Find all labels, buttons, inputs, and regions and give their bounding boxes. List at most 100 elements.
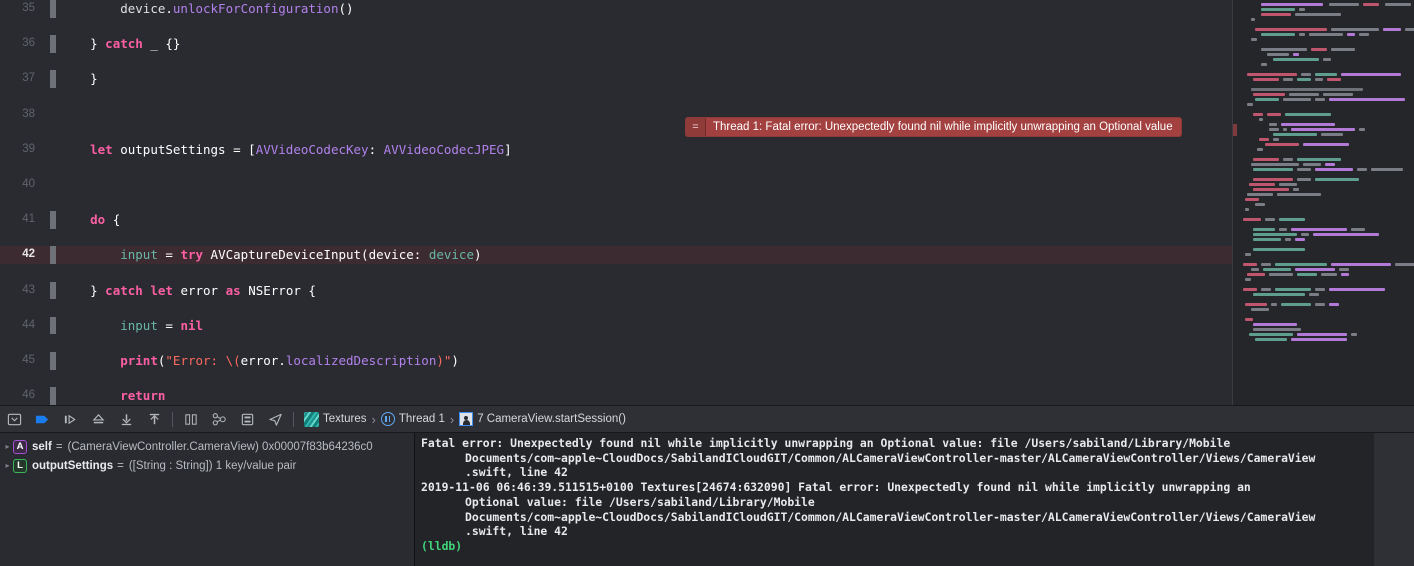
minimap-segment [1363,3,1379,6]
minimap-segment [1331,48,1355,51]
minimap-segment [1293,53,1299,56]
code-fold-ribbon[interactable] [50,281,56,300]
code-line[interactable]: 40 [0,176,1232,194]
variable-row[interactable]: ▸ Aself = (CameraViewController.CameraView)… [0,437,414,456]
minimap-segment [1405,28,1414,31]
source-code-area[interactable]: 35 device.unlockForConfiguration() 36 } c… [0,0,1232,405]
code-fold-ribbon[interactable] [50,106,56,124]
minimap-segment [1253,188,1289,191]
code-line[interactable]: 44 input = nil [0,316,1232,335]
hide-debug-area-icon[interactable] [0,405,28,433]
inspector-pane-placeholder [1374,433,1414,566]
minimap-segment [1323,93,1353,96]
code-fold-ribbon[interactable] [50,70,56,88]
minimap-segment [1259,118,1263,121]
minimap-segment [1273,58,1319,61]
code-fold-ribbon[interactable] [50,351,56,370]
minimap-segment [1245,253,1251,256]
line-number: 40 [22,177,35,190]
minimap-segment [1253,93,1285,96]
code-line[interactable]: 37 } [0,70,1232,88]
debug-view-hierarchy-icon[interactable] [177,405,205,433]
debug-toolbar: Textures › Thread 1 › 7 CameraView.start… [0,405,1414,433]
minimap-segment [1275,288,1311,291]
source-minimap[interactable] [1232,0,1414,405]
variables-view[interactable]: ▸ Aself = (CameraViewController.CameraView)… [0,433,414,566]
code-line[interactable]: 39 let outputSettings = [AVVideoCodecKey… [0,141,1232,159]
minimap-segment [1251,308,1269,311]
code-fold-ribbon[interactable] [50,387,56,405]
line-number: 37 [22,72,35,85]
line-number: 45 [22,353,35,366]
breadcrumb-item-process[interactable]: Textures [304,405,366,433]
code-line[interactable]: 46 return [0,387,1232,405]
code-fold-ribbon[interactable] [50,211,56,229]
code-text: do { [90,212,121,228]
breadcrumb-item-thread[interactable]: Thread 1 [380,405,445,433]
simulate-location-icon[interactable] [261,405,289,433]
minimap-segment [1309,33,1343,36]
continue-icon[interactable] [28,405,56,433]
step-over-icon[interactable] [56,405,84,433]
minimap-segment [1245,278,1251,281]
minimap-segment [1279,228,1287,231]
code-fold-ribbon[interactable] [50,316,56,335]
disclosure-triangle-icon[interactable]: ▸ [2,461,13,470]
minimap-segment [1297,273,1317,276]
step-into-icon[interactable] [84,405,112,433]
minimap-segment [1251,18,1255,21]
code-line[interactable]: 42 input = try AVCaptureDeviceInput(devi… [0,246,1232,264]
minimap-segment [1329,303,1339,306]
variable-name: self [32,440,52,453]
minimap-segment [1329,288,1385,291]
console-output[interactable]: Fatal error: Unexpectedly found nil whil… [414,433,1374,566]
code-line[interactable]: 43 } catch let error as NSError { [0,281,1232,300]
minimap-segment [1283,158,1293,161]
code-fold-ribbon[interactable] [50,176,56,194]
minimap-segment [1297,178,1311,181]
breadcrumb-item-stack-frame[interactable]: 7 CameraView.startSession() [459,405,626,433]
error-expand-icon[interactable]: = [686,118,706,136]
code-line[interactable]: 41 do { [0,211,1232,229]
code-line[interactable]: 35 device.unlockForConfiguration() [0,0,1232,18]
disclosure-triangle-icon[interactable]: ▸ [2,442,13,451]
code-fold-ribbon[interactable] [50,246,56,264]
inline-error-banner[interactable]: = Thread 1: Fatal error: Unexpectedly fo… [686,118,1181,136]
minimap-segment [1351,228,1365,231]
minimap-segment [1311,48,1327,51]
code-line[interactable]: 36 } catch _ {} [0,35,1232,53]
source-editor[interactable]: 35 device.unlockForConfiguration() 36 } c… [0,0,1414,405]
minimap-segment [1251,38,1257,41]
minimap-segment [1329,3,1359,6]
minimap-segment [1245,303,1267,306]
code-fold-ribbon[interactable] [50,141,56,159]
minimap-segment [1275,263,1327,266]
step-out-of-icon[interactable] [140,405,168,433]
minimap-segment [1269,123,1277,126]
debug-memory-graph-icon[interactable] [205,405,233,433]
minimap-segment [1295,268,1335,271]
minimap-segment [1303,143,1349,146]
minimap-segment [1253,228,1275,231]
variable-row[interactable]: ▸ LoutputSettings = ([String : String]) 1 k… [0,456,414,475]
minimap-segment [1291,128,1355,131]
minimap-segment [1321,273,1337,276]
environment-overrides-icon[interactable] [233,405,261,433]
minimap-segment [1293,188,1299,191]
code-line[interactable]: 45 print("Error: \(error.localizedDescri… [0,351,1232,370]
code-fold-ribbon[interactable] [50,35,56,53]
step-out-icon[interactable] [112,405,140,433]
xcode-debug-window: 35 device.unlockForConfiguration() 36 } c… [0,0,1414,566]
minimap-segment [1261,288,1271,291]
code-fold-ribbon[interactable] [50,0,56,18]
minimap-segment [1291,228,1347,231]
minimap-segment [1299,33,1305,36]
minimap-segment [1327,78,1341,81]
minimap-segment [1359,33,1369,36]
console-prompt: (lldb) [421,538,463,553]
minimap-segment [1309,293,1319,296]
breadcrumb-label-process: Textures [323,413,367,425]
toolbar-divider-2 [293,411,294,427]
minimap-content [1243,2,1414,342]
minimap-segment [1273,133,1317,136]
